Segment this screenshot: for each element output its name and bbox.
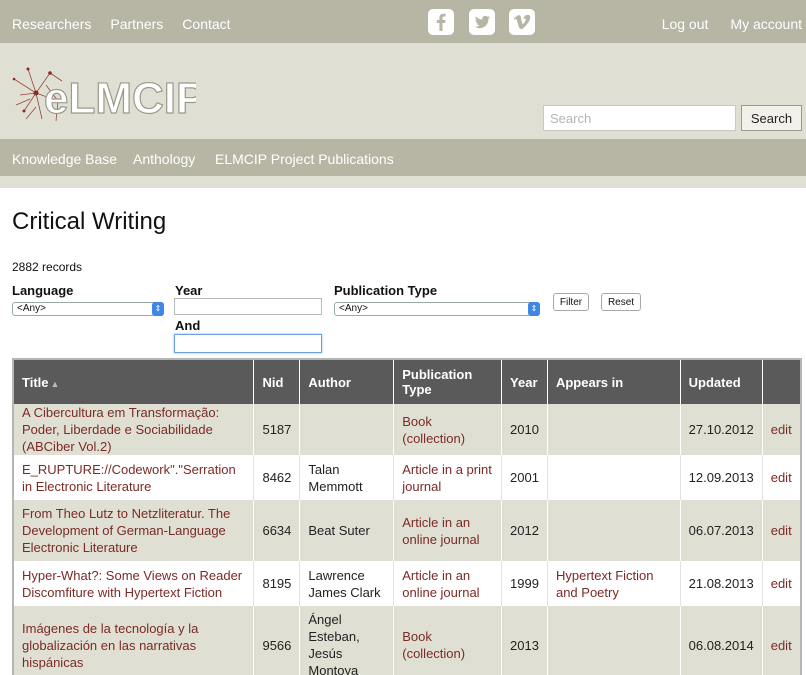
row-edit-link[interactable]: edit [771,422,792,437]
language-select-value: <Any> [17,303,46,314]
year-and-label: And [175,318,201,333]
column-header-title[interactable]: Title ▲ [14,360,255,404]
row-appears-in [547,404,681,455]
row-nid: 8462 [253,455,301,500]
row-title-link[interactable]: E_RUPTURE://Codework"."Serration in Elec… [22,462,236,494]
site-header: eLMCIP Search [0,43,806,139]
logo-text: eLMCIP [44,74,196,123]
row-year: 1999 [501,561,548,606]
language-select[interactable]: <Any> ⇕ [12,302,164,316]
row-author-link[interactable]: Talan Memmott [308,462,362,494]
nav-contact-link[interactable]: Contact [182,16,230,32]
search-input[interactable] [543,105,736,131]
row-publication-type-link[interactable]: Article in an online journal [402,515,479,547]
year-label: Year [175,283,203,298]
column-header-year[interactable]: Year [501,360,548,404]
logout-link[interactable]: Log out [662,16,709,32]
row-updated: 06.07.2013 [680,500,763,561]
filter-button[interactable]: Filter [553,293,589,311]
row-nid: 6634 [253,500,301,561]
row-edit-link[interactable]: edit [771,638,792,653]
column-header-edit [762,360,800,404]
facebook-icon[interactable] [428,9,454,35]
row-edit-link[interactable]: edit [771,523,792,538]
page-title: Critical Writing [12,208,167,235]
row-title-link[interactable]: A Cibercultura em Transformação: Poder, … [22,405,219,454]
row-updated: 21.08.2013 [680,561,763,606]
row-updated: 12.09.2013 [680,455,763,500]
row-updated: 06.08.2014 [680,606,763,675]
column-header-publication-type[interactable]: Publication Type [393,360,503,404]
table-row: A Cibercultura em Transformação: Poder, … [14,404,800,455]
row-title-link[interactable]: Imágenes de la tecnología y la globaliza… [22,621,198,670]
elmcip-logo[interactable]: eLMCIP [6,49,206,135]
row-nid: 9566 [253,606,301,675]
sort-ascending-icon: ▲ [50,378,60,389]
nav-elmcip-project-publications[interactable]: ELMCIP Project Publications [215,151,394,167]
row-author-link[interactable]: Beat Suter [308,523,369,538]
table-row: Hyper-What?: Some Views on Reader Discom… [14,561,800,606]
my-account-link[interactable]: My account [730,16,802,32]
table-header-row: Title ▲ Nid Author Publication Type Year … [14,360,800,404]
row-edit-link[interactable]: edit [771,470,792,485]
publication-type-select[interactable]: <Any> ⇕ [334,302,540,316]
publication-type-select-value: <Any> [339,303,368,314]
row-nid: 5187 [253,404,301,455]
row-edit-link[interactable]: edit [771,576,792,591]
row-year: 2013 [501,606,548,675]
record-count: 2882 records [12,260,83,274]
row-title-link[interactable]: Hyper-What?: Some Views on Reader Discom… [22,568,242,600]
language-label: Language [12,283,74,298]
column-header-appears-in[interactable]: Appears in [547,360,681,404]
search-button[interactable]: Search [741,105,802,131]
row-publication-type-link[interactable]: Article in an online journal [402,568,479,600]
row-author-link[interactable]: Lawrence James Clark [308,568,380,600]
row-appears-in [547,606,681,675]
row-appears-in [547,500,681,561]
results-table: Title ▲ Nid Author Publication Type Year … [12,358,802,675]
column-header-author[interactable]: Author [299,360,395,404]
year-and-input[interactable] [174,334,322,353]
publication-type-label: Publication Type [334,283,438,298]
year-input[interactable] [174,298,322,315]
account-nav: Log out My account [640,16,802,32]
row-nid: 8195 [253,561,301,606]
row-publication-type-link[interactable]: Book (collection) [402,629,465,661]
row-year: 2012 [501,500,548,561]
row-title-link[interactable]: From Theo Lutz to Netzliteratur. The Dev… [22,506,230,555]
nav-partners-link[interactable]: Partners [110,16,163,32]
row-appears-in-link[interactable]: Hypertext Fiction and Poetry [556,568,654,600]
vimeo-icon[interactable] [509,9,535,35]
nav-anthology[interactable]: Anthology [133,151,195,167]
table-row: E_RUPTURE://Codework"."Serration in Elec… [14,455,800,500]
row-appears-in [547,455,681,500]
chevron-down-icon: ⇕ [528,302,540,316]
top-bar: Researchers Partners Contact Log out My … [0,0,806,43]
row-author [299,404,395,455]
row-updated: 27.10.2012 [680,404,763,455]
nav-researchers-link[interactable]: Researchers [12,16,91,32]
nav-divider-band [0,176,806,188]
row-publication-type-link[interactable]: Article in a print journal [402,462,492,494]
nav-knowledge-base[interactable]: Knowledge Base [12,151,117,167]
column-header-title-label: Title [22,374,49,390]
top-nav: Researchers Partners Contact [12,16,250,32]
table-row: From Theo Lutz to Netzliteratur. The Dev… [14,500,800,561]
reset-button[interactable]: Reset [601,293,641,311]
row-year: 2001 [501,455,548,500]
chevron-down-icon: ⇕ [152,302,164,316]
main-nav: Knowledge Base Anthology ELMCIP Project … [0,139,806,176]
column-header-updated[interactable]: Updated [680,360,763,404]
row-publication-type-link[interactable]: Book (collection) [402,414,465,446]
column-header-nid[interactable]: Nid [253,360,301,404]
row-author-link[interactable]: Ángel Esteban, Jesús Montoya [308,612,359,675]
row-year: 2010 [501,404,548,455]
twitter-icon[interactable] [469,9,495,35]
table-row: Imágenes de la tecnología y la globaliza… [14,606,800,675]
